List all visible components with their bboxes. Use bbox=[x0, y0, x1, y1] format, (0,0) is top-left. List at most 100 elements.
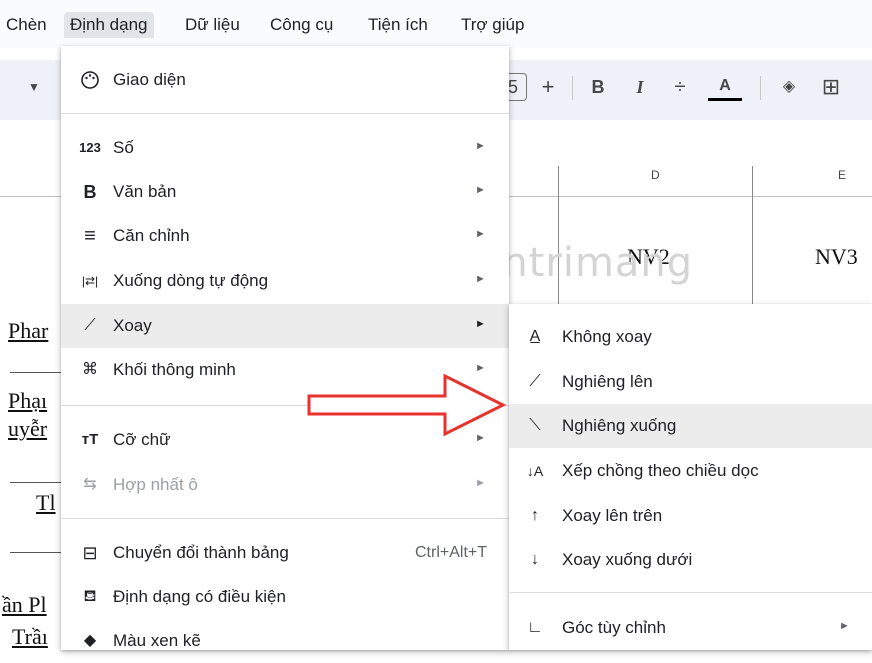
menu-divider bbox=[61, 518, 509, 519]
submenu-item-label: Xoay lên trên bbox=[562, 506, 663, 525]
menu-extensions[interactable]: Tiện ích bbox=[362, 12, 434, 38]
shortcut-label: Ctrl+Alt+T bbox=[414, 544, 487, 561]
submenu-item-label: Xoay xuống dưới bbox=[562, 550, 693, 569]
toolbar-divider bbox=[760, 76, 761, 100]
submenu-item-label: Xếp chồng theo chiều dọc bbox=[562, 461, 759, 480]
text-color-button[interactable]: A bbox=[708, 74, 742, 101]
submenu-item-rotate-down[interactable]: ↓ Xoay xuống dưới bbox=[509, 538, 872, 582]
wrap-icon: |⇄| bbox=[81, 274, 99, 288]
cell-left[interactable]: ần Pl bbox=[2, 592, 47, 618]
increase-font-size-button[interactable]: + bbox=[536, 72, 560, 102]
cell-border bbox=[10, 552, 61, 553]
submenu-arrow-icon: ► bbox=[475, 228, 486, 240]
borders-button[interactable]: ⊞ bbox=[818, 72, 844, 102]
submenu-item-label: Nghiêng lên bbox=[562, 372, 653, 391]
menu-item-label: Khối thông minh bbox=[113, 360, 236, 379]
column-header-d[interactable]: D bbox=[651, 168, 660, 182]
cell-nv3[interactable]: NV3 bbox=[815, 244, 858, 270]
menu-item-label: Văn bản bbox=[113, 182, 177, 201]
table-icon: ⊟ bbox=[82, 543, 98, 563]
italic-button[interactable]: I bbox=[628, 72, 652, 102]
menu-data[interactable]: Dữ liệu bbox=[179, 12, 246, 38]
tilt-up-icon: ⟋ bbox=[529, 373, 541, 390]
submenu-item-custom-angle[interactable]: ∟ Góc tùy chỉnh ► bbox=[509, 606, 872, 650]
submenu-arrow-icon: ► bbox=[475, 140, 486, 152]
bold-icon: B bbox=[83, 182, 97, 202]
smart-chip-icon: ⌘ bbox=[82, 361, 98, 378]
bold-button[interactable]: B bbox=[586, 72, 610, 102]
menu-item-alignment[interactable]: ≡ Căn chỉnh ► bbox=[61, 214, 509, 258]
menu-divider bbox=[509, 592, 872, 593]
paint-roller-icon: ⛾ bbox=[83, 588, 97, 605]
header-border bbox=[0, 196, 61, 197]
menu-divider bbox=[61, 113, 509, 114]
annotation-arrow-icon bbox=[307, 373, 507, 437]
stack-vertical-icon: ↓A bbox=[526, 463, 544, 479]
menu-item-label: Màu xen kẽ bbox=[113, 631, 201, 650]
submenu-item-label: Nghiêng xuống bbox=[562, 416, 677, 435]
submenu-arrow-icon: ► bbox=[475, 477, 486, 489]
menu-item-wrapping[interactable]: |⇄| Xuống dòng tự động ► bbox=[61, 259, 509, 303]
menu-item-label: Chuyển đổi thành bảng bbox=[113, 543, 289, 562]
cell-left[interactable]: Phạı bbox=[8, 388, 47, 414]
submenu-item-stack-vertically[interactable]: ↓A Xếp chồng theo chiều dọc bbox=[509, 449, 872, 493]
number-format-icon: 123 bbox=[79, 140, 101, 155]
toolbar-divider bbox=[572, 76, 573, 100]
palette-icon bbox=[79, 70, 101, 90]
submenu-item-rotate-up[interactable]: ↑ Xoay lên trên bbox=[509, 494, 872, 538]
menu-item-label: Xoay bbox=[113, 316, 152, 335]
menu-item-label: Giao diện bbox=[113, 70, 186, 89]
strikethrough-button[interactable]: ÷ bbox=[668, 72, 692, 102]
rotate-up-icon: ↑ bbox=[531, 507, 539, 524]
dropdown-caret-icon[interactable]: ▼ bbox=[26, 72, 42, 102]
format-menu: Giao diện 123 Số ► B Văn bản ► ≡ Căn chỉ… bbox=[61, 46, 509, 650]
menu-format[interactable]: Định dạng bbox=[64, 12, 154, 38]
submenu-arrow-icon: ► bbox=[475, 273, 486, 285]
menu-insert[interactable]: Chèn bbox=[0, 12, 53, 38]
menu-item-label: Số bbox=[113, 138, 134, 157]
menu-item-label: Định dạng có điều kiện bbox=[113, 587, 286, 606]
paint-bucket-icon: ◈ bbox=[782, 78, 796, 95]
cell-left[interactable]: Phar bbox=[8, 318, 48, 344]
align-icon: ≡ bbox=[84, 225, 96, 247]
menu-tools[interactable]: Công cụ bbox=[264, 12, 339, 38]
menu-item-text[interactable]: B Văn bản ► bbox=[61, 170, 509, 214]
merge-icon: ⇆ bbox=[83, 476, 97, 493]
cell-left[interactable]: Trầı bbox=[12, 624, 48, 650]
column-headers: D E bbox=[509, 150, 872, 197]
submenu-arrow-icon: ► bbox=[475, 184, 486, 196]
menu-item-rotation[interactable]: ⟋ Xoay ► bbox=[61, 304, 509, 348]
menu-item-conditional-formatting[interactable]: ⛾ Định dạng có điều kiện bbox=[61, 575, 509, 619]
no-rotate-icon: A̲ bbox=[529, 328, 541, 345]
cell-border bbox=[10, 482, 61, 483]
rotate-icon: ⟋ bbox=[84, 317, 96, 334]
submenu-item-tilt-up[interactable]: ⟋ Nghiêng lên bbox=[509, 360, 872, 404]
menu-item-alternating-colors[interactable]: ◆ Màu xen kẽ bbox=[61, 619, 509, 663]
drop-icon: ◆ bbox=[83, 632, 97, 649]
custom-angle-icon: ∟ bbox=[527, 619, 543, 636]
menu-item-number[interactable]: 123 Số ► bbox=[61, 126, 509, 170]
cell-left[interactable]: Tl bbox=[36, 490, 56, 516]
menu-item-label: Cỡ chữ bbox=[113, 430, 171, 449]
menu-item-theme[interactable]: Giao diện bbox=[61, 58, 509, 102]
tilt-down-icon: ⟍ bbox=[529, 417, 541, 434]
menu-item-label: Căn chỉnh bbox=[113, 226, 190, 245]
column-header-e[interactable]: E bbox=[838, 168, 846, 182]
gridline bbox=[752, 166, 753, 304]
cell-border bbox=[10, 372, 61, 373]
submenu-item-none[interactable]: A̲ Không xoay bbox=[509, 315, 872, 359]
rotate-down-icon: ↓ bbox=[531, 551, 539, 568]
submenu-item-label: Không xoay bbox=[562, 327, 652, 346]
rotation-submenu: A̲ Không xoay ⟋ Nghiêng lên ⟍ Nghiêng xu… bbox=[509, 304, 872, 650]
cell-left[interactable]: uyễr bbox=[8, 416, 47, 442]
fill-color-button[interactable]: ◈ bbox=[772, 72, 806, 102]
menu-item-label: Hợp nhất ô bbox=[113, 475, 198, 494]
submenu-arrow-icon: ► bbox=[475, 318, 486, 330]
menu-help[interactable]: Trợ giúp bbox=[455, 12, 530, 38]
submenu-item-tilt-down[interactable]: ⟍ Nghiêng xuống bbox=[509, 404, 872, 448]
submenu-item-label: Góc tùy chỉnh bbox=[562, 618, 666, 637]
menubar: Chèn Định dạng Dữ liệu Công cụ Tiện ích … bbox=[0, 0, 872, 48]
menu-item-label: Xuống dòng tự động bbox=[113, 271, 269, 290]
menu-item-merge-cells[interactable]: ⇆ Hợp nhất ô ► bbox=[61, 463, 509, 507]
menu-item-convert-to-table[interactable]: ⊟ Chuyển đổi thành bảng Ctrl+Alt+T bbox=[61, 531, 509, 575]
